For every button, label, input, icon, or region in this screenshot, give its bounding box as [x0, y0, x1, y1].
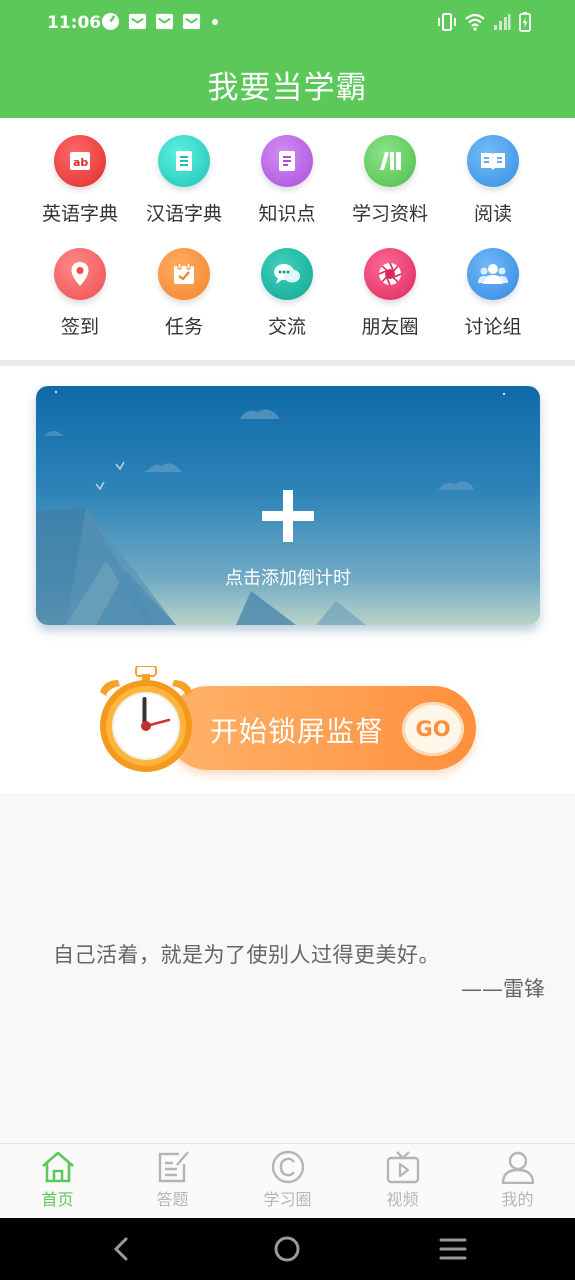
- grid-item-label: 知识点: [258, 203, 316, 225]
- grid-item-label: 英语字典: [41, 203, 118, 225]
- discussion-group-icon: [467, 248, 519, 300]
- battery-charging-icon: [519, 12, 531, 32]
- go-button[interactable]: GO: [402, 702, 464, 756]
- grid-item-knowledge[interactable]: 知识点: [235, 135, 339, 226]
- status-time: 11:06: [47, 13, 102, 33]
- quote-section: 自己活着，就是为了使别人过得更美好。 ——雷锋: [0, 793, 575, 1143]
- recents-menu-icon[interactable]: [436, 1232, 470, 1266]
- wifi-icon: [465, 13, 485, 31]
- grid-item-label: 阅读: [473, 203, 512, 225]
- tab-study-circle[interactable]: 学习圈: [230, 1150, 345, 1210]
- grid-item-chat[interactable]: 交流: [235, 248, 339, 339]
- grid-item-label: 签到: [60, 316, 99, 338]
- svg-text:ab: ab: [73, 156, 88, 169]
- tab-label: 首页: [41, 1190, 74, 1209]
- grid-item-reading[interactable]: 阅读: [441, 135, 545, 226]
- add-countdown-card[interactable]: 点击添加倒计时: [36, 386, 540, 625]
- task-calendar-icon: [158, 248, 210, 300]
- signal-icon: [494, 14, 511, 30]
- vibrate-icon: [438, 13, 456, 31]
- answer-edit-icon: [158, 1151, 189, 1183]
- checkin-location-icon: [54, 248, 106, 300]
- tab-label: 学习圈: [263, 1190, 312, 1209]
- tab-label: 答题: [156, 1190, 189, 1209]
- app-header: 11:06 我要当学霸: [0, 0, 575, 118]
- grid-item-label: 交流: [267, 316, 306, 338]
- quote-text: 自己活着，就是为了使别人过得更美好。: [53, 943, 440, 967]
- lock-screen-label: 开始锁屏监督: [210, 715, 385, 748]
- tab-label: 视频: [386, 1190, 419, 1209]
- grid-item-discussion-group[interactable]: 讨论组: [441, 248, 545, 339]
- grid-item-task[interactable]: 任务: [132, 248, 236, 339]
- section-divider: [0, 360, 575, 366]
- grid-item-chinese-dictionary[interactable]: 汉语字典: [132, 135, 236, 226]
- grid-item-study-materials[interactable]: 学习资料: [338, 135, 442, 226]
- quote-author: ——雷锋: [461, 977, 545, 1001]
- lock-screen-supervision-button[interactable]: 开始锁屏监督 GO: [96, 666, 480, 778]
- tab-home[interactable]: 首页: [0, 1150, 115, 1210]
- add-countdown-hint: 点击添加倒计时: [225, 568, 351, 589]
- tab-video[interactable]: 视频: [345, 1150, 460, 1210]
- grid-item-checkin[interactable]: 签到: [28, 248, 132, 339]
- tab-label: 我的: [501, 1190, 534, 1209]
- grid-item-english-dictionary[interactable]: ab 英语字典: [28, 135, 132, 226]
- grid-item-label: 学习资料: [351, 203, 428, 225]
- back-icon[interactable]: [104, 1232, 138, 1266]
- notification-dot: [212, 18, 218, 25]
- home-circle-icon[interactable]: [270, 1232, 304, 1266]
- status-bar: 11:06: [0, 0, 575, 48]
- system-nav-bar: [0, 1218, 575, 1280]
- copyright-circle-icon: [271, 1150, 304, 1184]
- english-dictionary-icon: ab: [54, 135, 106, 187]
- chinese-dictionary-icon: [158, 135, 210, 187]
- home-icon: [41, 1151, 74, 1183]
- moments-icon: [364, 248, 416, 300]
- mail-icon: [182, 13, 201, 30]
- quick-settings-icon: [101, 12, 120, 31]
- video-tv-icon: [386, 1151, 419, 1184]
- grid-item-label: 汉语字典: [145, 203, 222, 225]
- chat-icon: [261, 248, 313, 300]
- reading-icon: [467, 135, 519, 187]
- grid-item-label: 朋友圈: [361, 316, 419, 338]
- study-materials-icon: [364, 135, 416, 187]
- tab-profile[interactable]: 我的: [460, 1150, 575, 1210]
- feature-grid: ab 英语字典 汉语字典 知识点 学习资料 阅读 签到 任务 交流 朋友圈 讨论…: [0, 118, 575, 360]
- bottom-nav: 首页 答题 学习圈 视频 我的: [0, 1143, 575, 1218]
- mail-icon: [128, 13, 147, 30]
- grid-item-label: 任务: [164, 316, 203, 338]
- mail-icon: [155, 13, 174, 30]
- tab-answer[interactable]: 答题: [115, 1150, 230, 1210]
- profile-icon: [501, 1151, 534, 1184]
- grid-item-moments[interactable]: 朋友圈: [338, 248, 442, 339]
- grid-item-label: 讨论组: [464, 316, 522, 338]
- app-title: 我要当学霸: [207, 70, 368, 106]
- alarm-clock-icon: [100, 666, 192, 772]
- plus-icon: [262, 490, 314, 542]
- knowledge-icon: [261, 135, 313, 187]
